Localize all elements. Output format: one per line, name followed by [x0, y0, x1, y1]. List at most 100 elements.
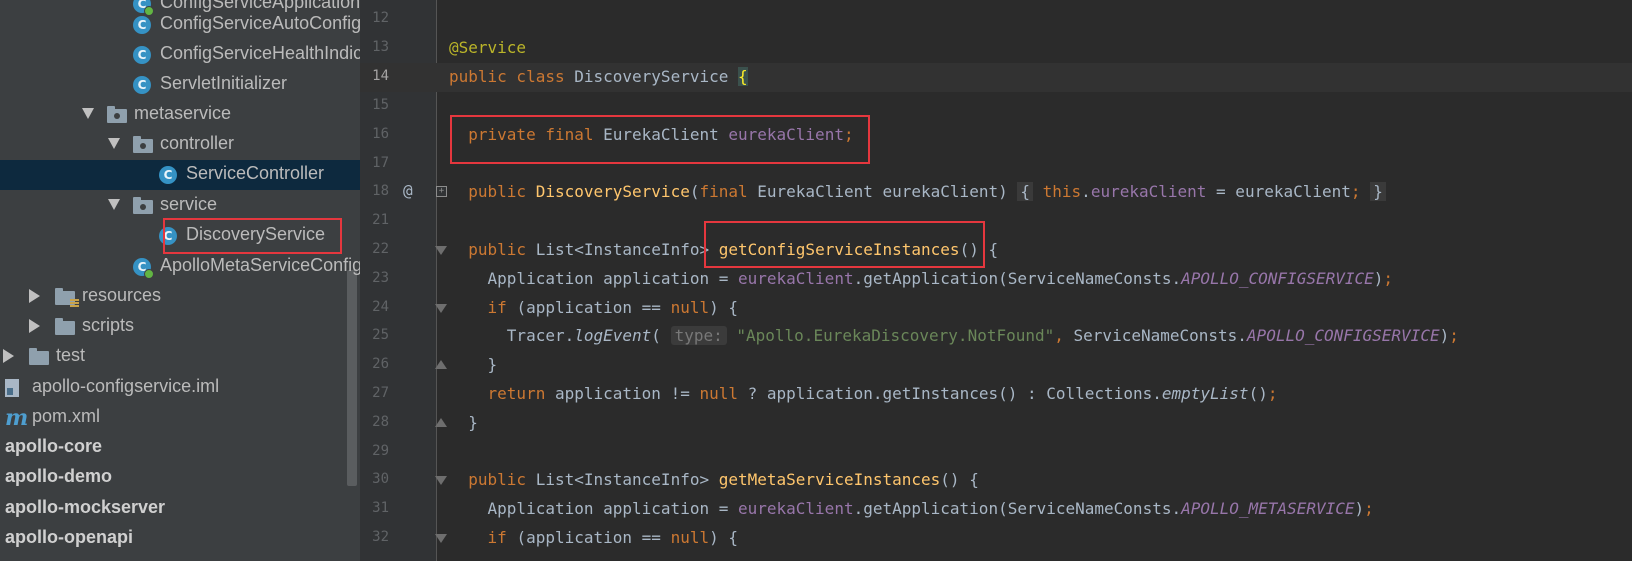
code-line[interactable]: 21: [360, 207, 1632, 236]
code-line[interactable]: 12: [360, 5, 1632, 34]
java-class-icon: C: [133, 258, 154, 279]
tree-item[interactable]: C ConfigServiceAutoConfiguration: [0, 10, 360, 40]
ide-window: C ConfigServiceApplication C ConfigServiceA…: [0, 0, 1632, 561]
expand-arrow-right-icon[interactable]: [29, 319, 40, 333]
fold-marker-icon[interactable]: +: [436, 186, 447, 197]
tree-item[interactable]: apollo-core: [0, 433, 360, 463]
expand-arrow-right-icon[interactable]: [3, 349, 14, 363]
code-line[interactable]: 16 private final EurekaClient eurekaClie…: [360, 121, 1632, 150]
package-folder-icon: [133, 197, 153, 214]
code-text: if (application == null) {: [487, 528, 738, 547]
java-class-icon: C: [159, 166, 177, 184]
line-number: 15: [372, 97, 389, 113]
tree-item[interactable]: C ConfigServiceHealthIndicator: [0, 40, 360, 70]
code-text: return application != null ? application…: [487, 384, 1278, 403]
tree-item[interactable]: resources: [0, 282, 360, 312]
package-folder-icon: [133, 136, 153, 153]
code-line[interactable]: 23 Application application = eurekaClien…: [360, 265, 1632, 294]
tree-item[interactable]: C ApolloMetaServiceConfig: [0, 252, 360, 282]
expand-arrow-down-icon[interactable]: [108, 199, 120, 210]
code-text: public class DiscoveryService {: [449, 67, 748, 86]
tree-item-label: apollo-configservice.iml: [32, 376, 220, 396]
tree-item-label: ConfigServiceHealthIndicator: [160, 43, 360, 63]
line-number: 18: [372, 183, 389, 199]
expand-arrow-down-icon[interactable]: [108, 138, 120, 149]
tree-item-label: metaservice: [134, 103, 232, 123]
tree-item[interactable]: scripts: [0, 312, 360, 342]
fold-marker-icon[interactable]: [435, 476, 447, 485]
line-number: 13: [372, 39, 389, 55]
expand-arrow-down-icon[interactable]: [82, 108, 94, 119]
code-text: }: [449, 355, 498, 374]
line-number: 17: [372, 155, 389, 171]
code-text: private final EurekaClient eurekaClient;: [468, 125, 854, 144]
code-text: Application application = eurekaClient.g…: [449, 499, 1374, 518]
tree-item-label: DiscoveryService: [186, 224, 326, 244]
code-line[interactable]: 30 public List<InstanceInfo> getMetaServ…: [360, 466, 1632, 495]
code-line[interactable]: 27 return application != null ? applicat…: [360, 380, 1632, 409]
iml-file-icon: [5, 379, 19, 397]
tree-item[interactable]: apollo-openapi: [0, 524, 360, 554]
tree-item[interactable]: C ServiceController: [0, 160, 360, 190]
java-class-icon: C: [133, 46, 151, 64]
tree-item[interactable]: test: [0, 342, 360, 372]
line-number: 31: [372, 500, 389, 516]
code-line[interactable]: 17: [360, 150, 1632, 179]
line-number: 26: [372, 356, 389, 372]
code-line[interactable]: 31 Application application = eurekaClien…: [360, 495, 1632, 524]
tree-item-label: test: [56, 345, 86, 365]
tree-item[interactable]: apollo-mockserver: [0, 494, 360, 524]
code-line[interactable]: 15: [360, 92, 1632, 121]
tree-item[interactable]: metaservice: [0, 100, 360, 130]
line-number: 23: [372, 270, 389, 286]
code-editor[interactable]: 12 13 @Service 14 public class DiscoveryServ…: [360, 0, 1632, 561]
code-text: }: [449, 413, 478, 432]
tree-item[interactable]: apollo-configservice.iml: [0, 373, 360, 403]
tree-item[interactable]: controller: [0, 130, 360, 160]
code-line[interactable]: 13 @Service: [360, 34, 1632, 63]
tree-item-label: pom.xml: [32, 406, 101, 426]
java-class-icon: C: [133, 16, 151, 34]
code-line[interactable]: 26 }: [360, 351, 1632, 380]
line-number: 24: [372, 299, 389, 315]
code-line[interactable]: 24 if (application == null) {: [360, 294, 1632, 323]
line-number: 32: [372, 529, 389, 545]
fold-marker-icon[interactable]: [435, 360, 447, 369]
tree-item[interactable]: C ServletInitializer: [0, 70, 360, 100]
tree-item[interactable]: service: [0, 191, 360, 221]
tree-item-label: apollo-openapi: [5, 527, 133, 547]
line-number: 21: [372, 212, 389, 228]
tree-item[interactable]: C DiscoveryService: [0, 221, 360, 251]
code-line[interactable]: 22 public List<InstanceInfo> getConfigSe…: [360, 236, 1632, 265]
tree-item[interactable]: apollo-demo: [0, 463, 360, 493]
line-number: 14: [372, 68, 389, 84]
code-text: public List<InstanceInfo> getMetaService…: [468, 470, 979, 489]
line-number: 22: [372, 241, 389, 257]
tree-item-label: apollo-mockserver: [5, 497, 166, 517]
override-gutter-icon[interactable]: @: [403, 181, 413, 200]
tree-item-label: ServiceController: [186, 163, 325, 183]
code-line[interactable]: 25 Tracer.logEvent( type: "Apollo.Eureka…: [360, 322, 1632, 351]
tree-item[interactable]: m pom.xml: [0, 403, 360, 433]
code-text: public List<InstanceInfo> getConfigServi…: [468, 240, 999, 259]
line-number: 12: [372, 10, 389, 26]
fold-marker-icon[interactable]: [435, 246, 447, 255]
fold-marker-icon[interactable]: [435, 418, 447, 427]
fold-marker-icon[interactable]: [435, 304, 447, 313]
code-text: public DiscoveryService(final EurekaClie…: [449, 182, 1386, 201]
folder-icon: [29, 348, 49, 365]
tree-item-label: apollo-core: [5, 436, 103, 456]
fold-marker-icon[interactable]: [435, 534, 447, 543]
line-number: 29: [372, 443, 389, 459]
project-tree-panel[interactable]: C ConfigServiceApplication C ConfigServiceA…: [0, 0, 360, 561]
tree-item-label: ServletInitializer: [160, 73, 288, 93]
tree-item-label: scripts: [82, 315, 135, 335]
code-line[interactable]: 18 @ + public DiscoveryService(final Eurek…: [360, 178, 1632, 207]
code-line[interactable]: 28 }: [360, 409, 1632, 438]
code-line[interactable]: 32 if (application == null) {: [360, 524, 1632, 553]
java-class-icon: C: [159, 227, 177, 245]
code-line[interactable]: 29: [360, 438, 1632, 467]
code-line[interactable]: 14 public class DiscoveryService {: [360, 63, 1632, 92]
expand-arrow-right-icon[interactable]: [29, 289, 40, 303]
maven-file-icon: m: [5, 405, 29, 431]
